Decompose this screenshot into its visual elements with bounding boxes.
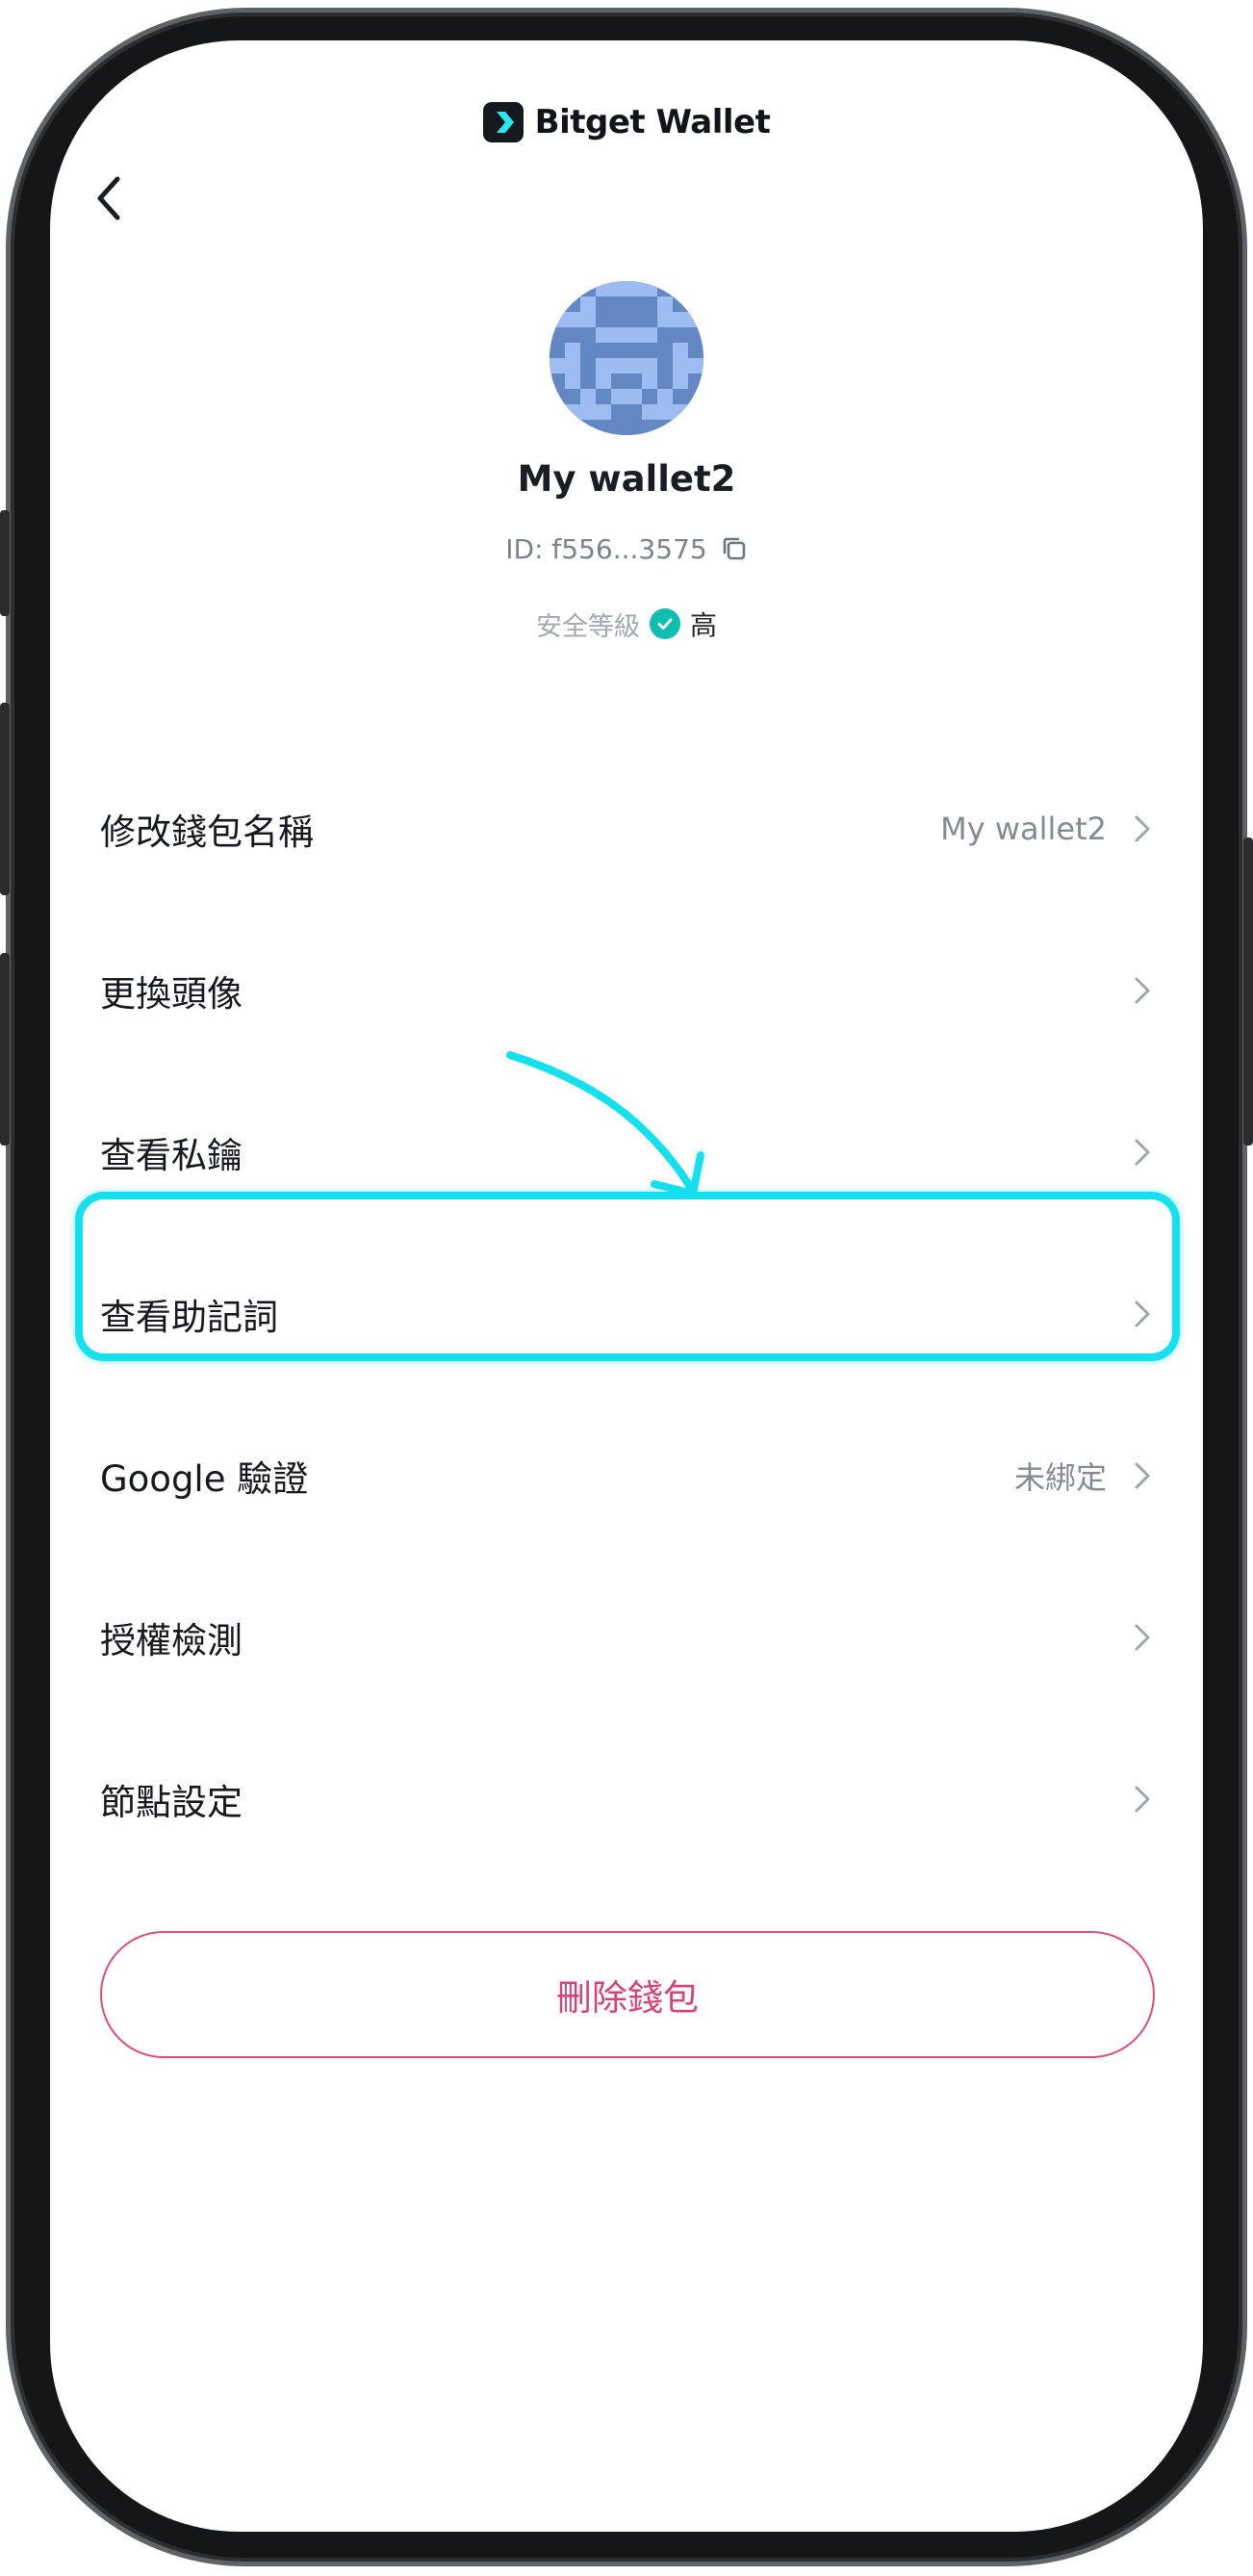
chevron-right-icon [1130, 812, 1155, 845]
phone-side-button [0, 510, 10, 616]
menu-item-value: 未綁定 [1013, 1459, 1107, 1496]
security-label: 安全等級 [535, 611, 640, 642]
copy-icon[interactable] [721, 535, 748, 562]
chevron-right-icon [1130, 974, 1155, 1007]
brand-name: Bitget Wallet [534, 103, 771, 142]
menu-item-label: 授權檢測 [100, 1620, 243, 1662]
phone-side-button [1243, 837, 1253, 1146]
menu-item-view-mnemonic[interactable]: 查看助記詞 [50, 1233, 1203, 1395]
avatar[interactable] [550, 281, 703, 435]
chevron-left-icon [97, 176, 120, 220]
menu-item-label: 查看助記詞 [100, 1297, 278, 1338]
bitget-logo-icon [482, 102, 524, 142]
delete-wallet-label: 刪除錢包 [556, 1977, 699, 2019]
app-screen: Bitget Wallet My wallet2 ID: f556...3575… [50, 40, 1203, 2532]
delete-wallet-button[interactable]: 刪除錢包 [100, 1931, 1155, 2058]
menu-item-label: Google 驗證 [100, 1458, 309, 1500]
stage: Bitget Wallet My wallet2 ID: f556...3575… [0, 0, 1253, 2576]
brand-header: Bitget Wallet [50, 98, 1203, 146]
chevron-right-icon [1130, 1459, 1155, 1492]
settings-menu: 修改錢包名稱 My wallet2 更換頭像 查看私鑰 查看助記詞 Google… [50, 748, 1203, 1880]
chevron-right-icon [1130, 1783, 1155, 1816]
menu-item-label: 節點設定 [100, 1782, 243, 1823]
back-button[interactable] [79, 169, 137, 227]
security-level: 高 [689, 609, 717, 641]
menu-item-authorization-check[interactable]: 授權檢測 [50, 1557, 1203, 1718]
wallet-id: ID: f556...3575 [505, 532, 707, 565]
menu-item-value: My wallet2 [940, 811, 1107, 847]
chevron-right-icon [1130, 1136, 1155, 1169]
menu-item-rename-wallet[interactable]: 修改錢包名稱 My wallet2 [50, 748, 1203, 910]
phone-side-button [0, 703, 10, 895]
chevron-right-icon [1130, 1298, 1155, 1330]
chevron-right-icon [1130, 1621, 1155, 1654]
wallet-id-row: ID: f556...3575 [50, 529, 1203, 568]
menu-item-google-auth[interactable]: Google 驗證 未綁定 [50, 1395, 1203, 1557]
menu-item-label: 更換頭像 [100, 973, 243, 1015]
annotation-arrow-icon [506, 1051, 704, 1198]
check-icon [649, 608, 680, 639]
menu-item-node-settings[interactable]: 節點設定 [50, 1718, 1203, 1880]
security-level-row: 安全等級 高 [50, 605, 1203, 643]
menu-item-label: 修改錢包名稱 [100, 811, 314, 853]
phone-side-button [0, 953, 10, 1146]
wallet-name: My wallet2 [517, 458, 736, 500]
